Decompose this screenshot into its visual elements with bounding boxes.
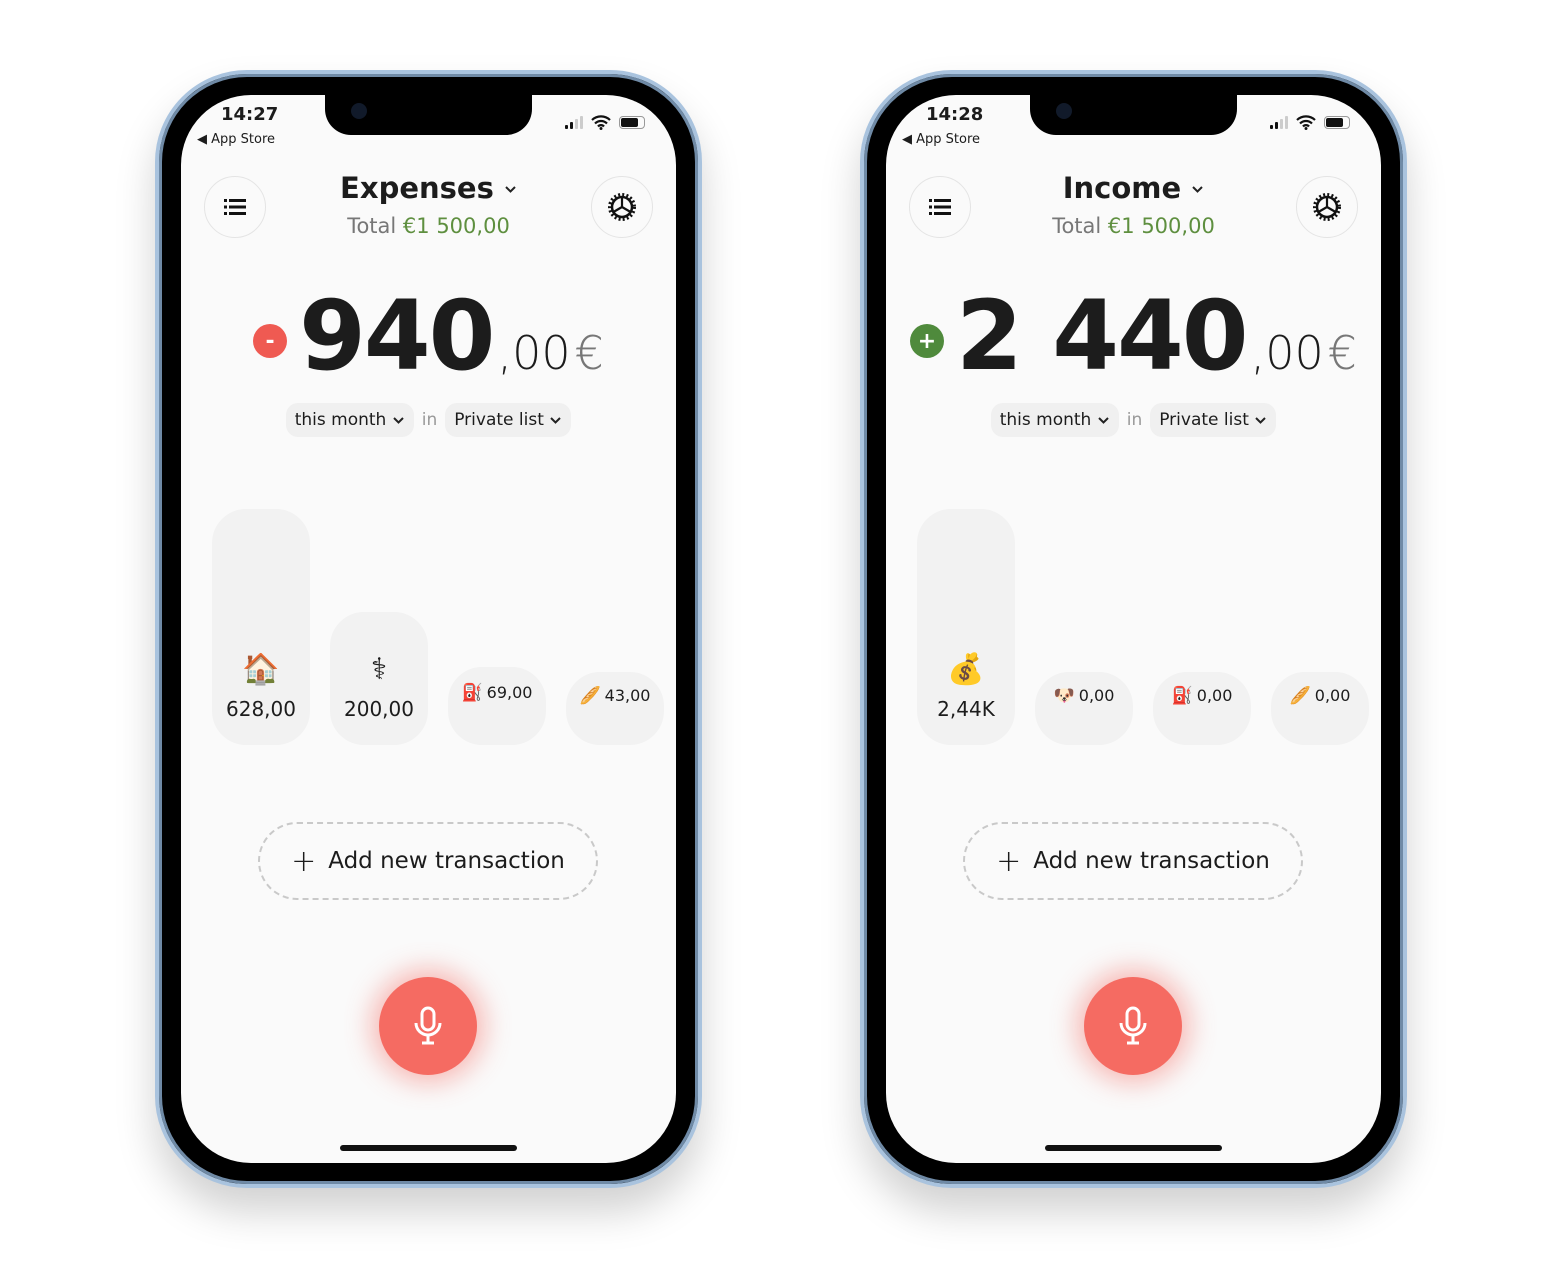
category-bar[interactable]: ⛽ 0,00 <box>1153 672 1251 745</box>
voice-input-button[interactable] <box>379 977 477 1075</box>
category-bar[interactable]: ⛽ 69,00 <box>448 666 546 745</box>
add-transaction-button[interactable]: + Add new transaction <box>258 822 598 900</box>
category-bar[interactable]: 🏠 628,00 <box>212 509 310 745</box>
category-emoji-icon: 🐶 <box>1053 685 1075 706</box>
category-emoji-icon: 🏠 <box>242 652 280 687</box>
home-indicator[interactable] <box>340 1145 517 1151</box>
category-bars: 🏠 628,00 ⚕ 200,00 ⛽ 69,00 🥖 43,00 <box>212 95 672 745</box>
voice-input-button[interactable] <box>1084 977 1182 1075</box>
add-transaction-button[interactable]: + Add new transaction <box>963 822 1303 900</box>
plus-icon: + <box>996 843 1022 879</box>
category-amount: 69,00 <box>486 683 533 703</box>
category-amount: 0,00 <box>1196 686 1233 705</box>
home-indicator[interactable] <box>1045 1145 1222 1151</box>
category-bar[interactable]: ⚕ 200,00 <box>330 611 428 745</box>
category-bar[interactable]: 🥖 43,00 <box>566 672 664 745</box>
category-emoji-icon: 🥖 <box>579 685 601 706</box>
category-bar[interactable]: 🥖 0,00 <box>1271 672 1369 745</box>
add-transaction-label: Add new transaction <box>1033 848 1270 874</box>
category-amount: 2,44K <box>937 697 995 721</box>
category-amount: 0,00 <box>1078 686 1115 705</box>
category-amount: 0,00 <box>1314 686 1351 705</box>
category-amount: 628,00 <box>226 697 296 721</box>
category-amount: 200,00 <box>344 697 414 721</box>
app-screen: 14:27 ◀ App Store Expenses Total €1 500,… <box>181 95 676 1163</box>
phone-frame: 14:28 ◀ App Store Income Total €1 500,00… <box>860 70 1407 1188</box>
category-emoji-icon: ⛽ <box>1171 685 1193 706</box>
category-bars: 💰 2,44K 🐶 0,00 ⛽ 0,00 🥖 0,00 <box>917 95 1377 745</box>
phone-frame: 14:27 ◀ App Store Expenses Total €1 500,… <box>155 70 702 1188</box>
category-emoji-icon: ⛽ <box>461 682 483 703</box>
category-bar[interactable]: 💰 2,44K <box>917 509 1015 745</box>
category-emoji-icon: 🥖 <box>1289 685 1311 706</box>
app-screen: 14:28 ◀ App Store Income Total €1 500,00… <box>886 95 1381 1163</box>
plus-icon: + <box>291 843 317 879</box>
add-transaction-label: Add new transaction <box>328 848 565 874</box>
category-amount: 43,00 <box>604 686 651 705</box>
category-emoji-icon: ⚕ <box>370 652 388 687</box>
microphone-icon <box>1119 1006 1147 1045</box>
microphone-icon <box>414 1006 442 1045</box>
category-bar[interactable]: 🐶 0,00 <box>1035 672 1133 745</box>
category-emoji-icon: 💰 <box>947 652 985 687</box>
